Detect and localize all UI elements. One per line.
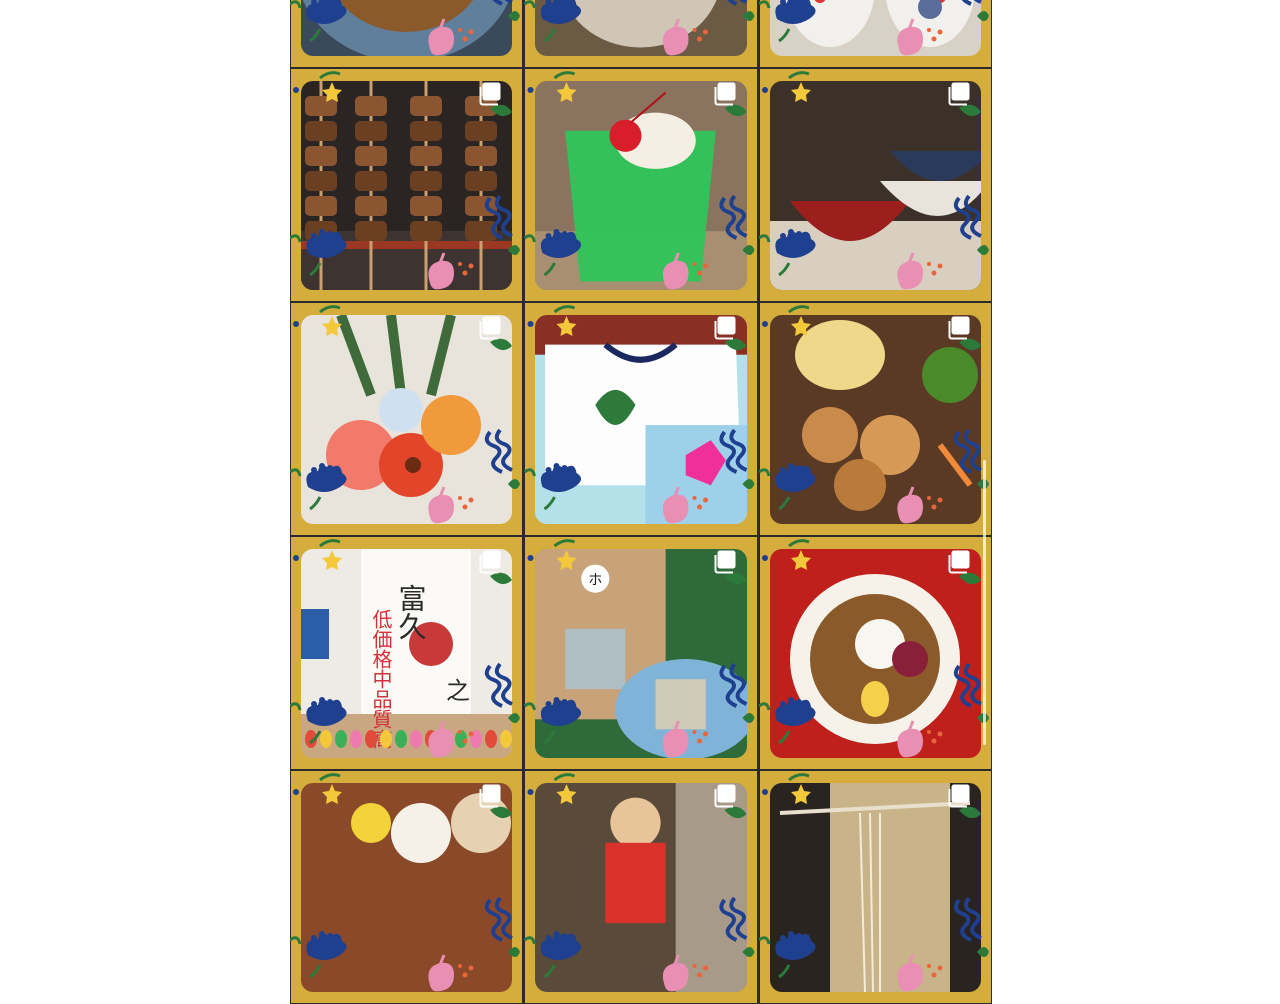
- carousel-stack-icon: [948, 82, 972, 106]
- post-yakitori-skewers[interactable]: [290, 68, 523, 302]
- post-curry-plate[interactable]: [759, 536, 992, 770]
- post-onigiri-plate[interactable]: [290, 770, 523, 1004]
- post-thumbnail: [535, 81, 747, 290]
- post-thumbnail: [535, 783, 747, 992]
- svg-text:富久: 富久: [395, 584, 428, 640]
- carousel-stack-icon: [714, 316, 738, 340]
- post-thumbnail: 低価格中品質高 富久 之: [301, 549, 512, 758]
- post-calligraphy-event[interactable]: 低価格中品質高 富久 之: [290, 536, 523, 770]
- carousel-stack-icon: [714, 550, 738, 574]
- post-thumbnail: [535, 315, 747, 524]
- post-lacquer-bowls[interactable]: [759, 68, 992, 302]
- svg-text:之: 之: [446, 677, 470, 705]
- carousel-stack-icon: [948, 550, 972, 574]
- svg-text:ホ: ホ: [588, 573, 602, 589]
- post-ceramic-figurines[interactable]: [759, 0, 992, 68]
- post-thumbnail: ホ: [535, 549, 747, 758]
- scrollbar-thumb[interactable]: [983, 460, 986, 745]
- carousel-stack-icon: [479, 82, 503, 106]
- post-thumbnail: [770, 549, 981, 758]
- post-flower-bouquet[interactable]: [290, 302, 523, 536]
- post-melon-soda-float[interactable]: [524, 68, 758, 302]
- post-thumbnail: [301, 81, 512, 290]
- post-bread[interactable]: [524, 0, 758, 68]
- post-thumbnail: [301, 315, 512, 524]
- carousel-stack-icon: [479, 316, 503, 340]
- scrollbar[interactable]: [982, 300, 988, 750]
- carousel-stack-icon: [479, 784, 503, 808]
- post-grid: 低価格中品質高 富久 之 ホ: [290, 0, 992, 1004]
- post-tea-bags[interactable]: ホ: [524, 536, 758, 770]
- post-thumbnail: [770, 315, 981, 524]
- post-grilled-dish[interactable]: [290, 0, 523, 68]
- carousel-stack-icon: [479, 550, 503, 574]
- post-karaage-bento[interactable]: [759, 302, 992, 536]
- post-child-portrait[interactable]: [524, 770, 758, 1004]
- post-thumbnail: [301, 0, 512, 56]
- carousel-stack-icon: [714, 784, 738, 808]
- post-thumbnail: [770, 783, 981, 992]
- post-noodles[interactable]: [759, 770, 992, 1004]
- post-thumbnail: [770, 0, 981, 56]
- post-tshirt-tote-bag[interactable]: [524, 302, 758, 536]
- carousel-stack-icon: [948, 784, 972, 808]
- post-thumbnail: [535, 0, 747, 56]
- post-thumbnail: [301, 783, 512, 992]
- post-thumbnail: [770, 81, 981, 290]
- svg-text:低価格中品質高: 低価格中品質高: [369, 609, 393, 749]
- carousel-stack-icon: [948, 316, 972, 340]
- carousel-stack-icon: [714, 82, 738, 106]
